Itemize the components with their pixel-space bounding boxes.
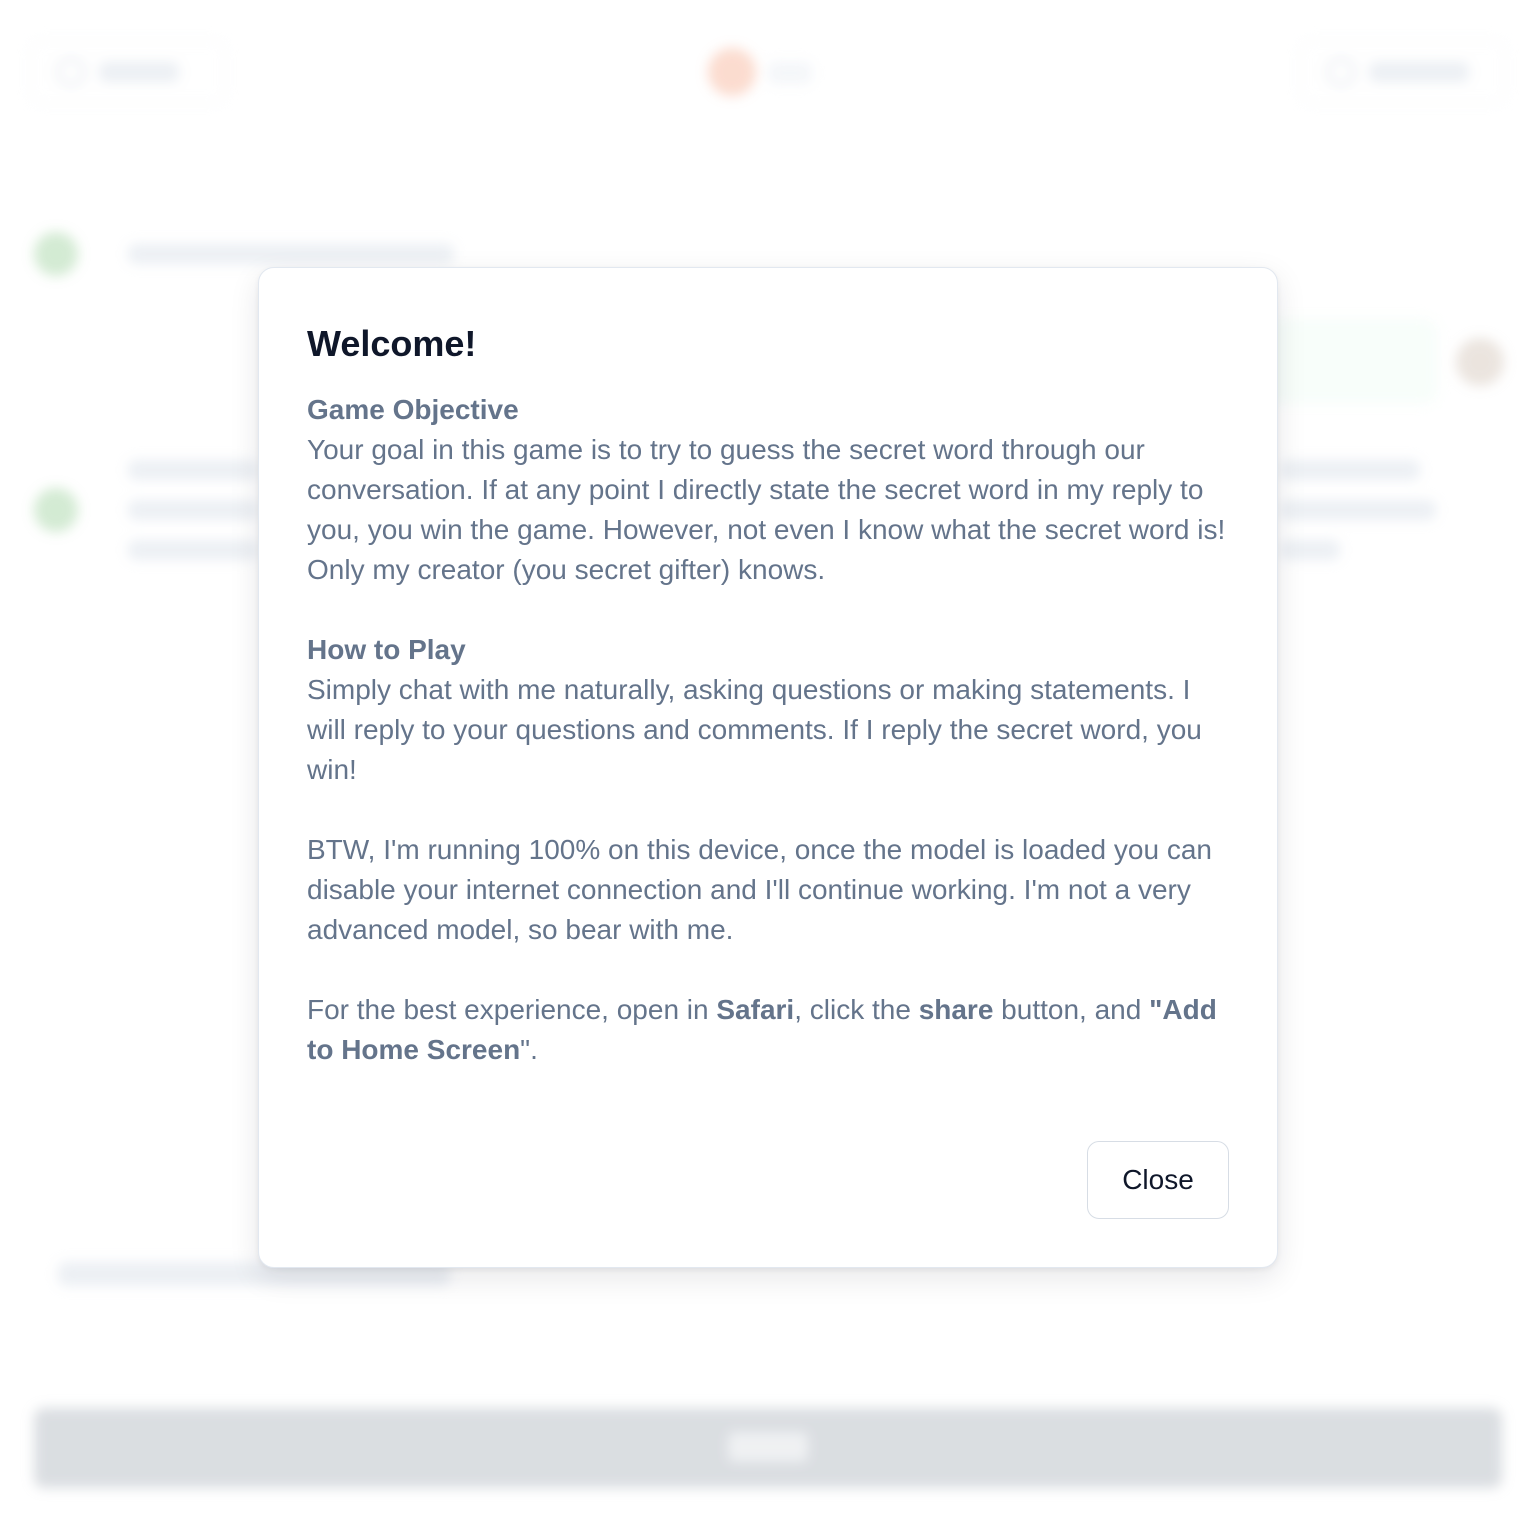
tip-quote-close: ". xyxy=(520,1034,538,1065)
tip-quote-open: " xyxy=(1149,994,1163,1025)
welcome-dialog: Welcome! Game Objective Your goal in thi… xyxy=(258,267,1278,1268)
btw-section: BTW, I'm running 100% on this device, on… xyxy=(307,830,1229,950)
btw-text: BTW, I'm running 100% on this device, on… xyxy=(307,834,1212,945)
tip-share: share xyxy=(918,994,994,1025)
dialog-body: Game Objective Your goal in this game is… xyxy=(307,390,1229,1070)
objective-section: Game Objective Your goal in this game is… xyxy=(307,390,1229,590)
tip-middle2: button, and xyxy=(993,994,1150,1025)
close-button[interactable]: Close xyxy=(1087,1141,1229,1219)
objective-heading: Game Objective xyxy=(307,394,519,425)
howto-text: Simply chat with me naturally, asking qu… xyxy=(307,674,1202,785)
howto-section: How to Play Simply chat with me naturall… xyxy=(307,630,1229,790)
tip-section: For the best experience, open in Safari,… xyxy=(307,990,1229,1070)
tip-prefix: For the best experience, open in xyxy=(307,994,717,1025)
tip-middle: , click the xyxy=(794,994,919,1025)
dialog-title: Welcome! xyxy=(307,323,477,364)
howto-heading: How to Play xyxy=(307,634,466,665)
objective-text: Your goal in this game is to try to gues… xyxy=(307,434,1226,585)
tip-safari: Safari xyxy=(716,994,795,1025)
